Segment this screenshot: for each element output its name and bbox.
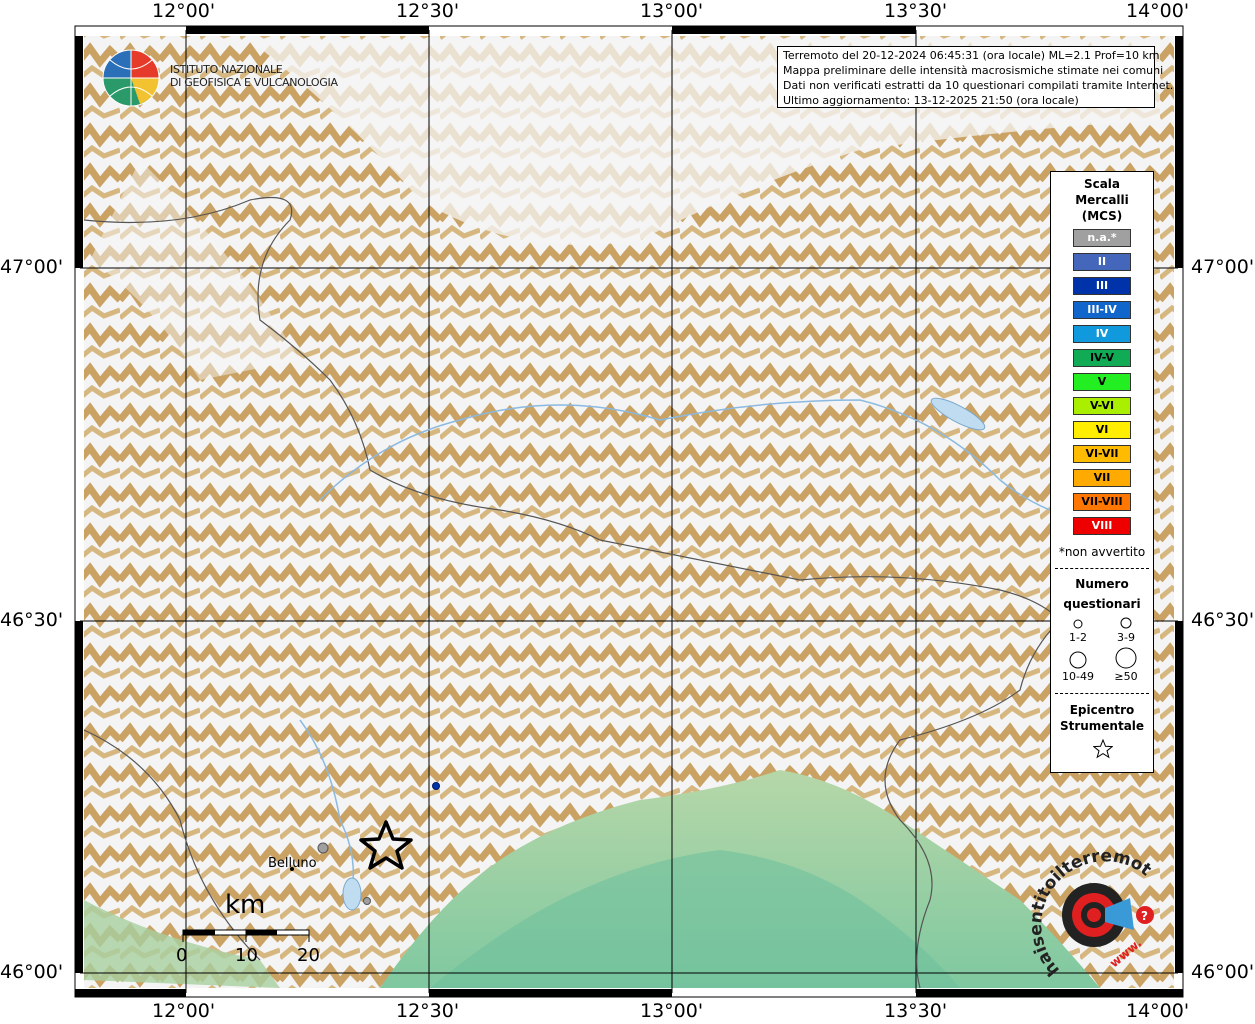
intensity-swatch: VII: [1073, 469, 1131, 487]
intensity-point-III[interactable]: [432, 782, 440, 790]
lon-label-bottom: 12°00': [152, 1000, 216, 1022]
info-line2: Mappa preliminare delle intensità macros…: [783, 64, 1164, 77]
lon-label-bottom: 13°30': [884, 1000, 948, 1022]
ingv-logo-text: ISTITUTO NAZIONALE DI GEOFISICA E VULCAN…: [170, 63, 338, 89]
lon-label-top: 13°30': [884, 0, 948, 22]
place-label-belluno: Belluno: [268, 856, 317, 871]
intensity-swatch: IV-V: [1073, 349, 1131, 367]
lon-label-top: 12°00': [152, 0, 216, 22]
intensity-swatch: VIII: [1073, 517, 1131, 535]
count-title1: Numero: [1075, 577, 1129, 591]
epi-title: Epicentro Strumentale: [1051, 702, 1153, 734]
lat-label-left: 46°00': [0, 961, 64, 983]
info-line4: Ultimo aggiornamento: 13-12-2025 21:50 (…: [783, 94, 1079, 107]
info-line1: Terremoto del 20-12-2024 06:45:31 (ora l…: [783, 49, 1160, 62]
intensity-swatch: V-VI: [1073, 397, 1131, 415]
lon-label-bottom: 14°00': [1126, 1000, 1190, 1022]
count-label-3-9: 3-9: [1117, 631, 1135, 644]
haisentito-www: www.: [1107, 936, 1144, 971]
intensity-swatch: IV: [1073, 325, 1131, 343]
ingv-logo-icon: [102, 49, 160, 107]
legend-note: *non avvertito: [1058, 545, 1146, 559]
legend: Scala Mercalli (MCS) n.a.* II III III-IV IV I…: [1050, 171, 1154, 773]
count-title2: questionari: [1063, 597, 1141, 611]
intensity-swatch: III: [1073, 277, 1131, 295]
legend-title1: Scala: [1083, 177, 1121, 191]
scale-unit: km: [225, 890, 266, 920]
haisentito-text: haisentitoilterremoto.it www.: [1030, 840, 1155, 980]
intensity-swatch: VI-VII: [1073, 445, 1131, 463]
logo-line2: DI GEOFISICA E VULCANOLOGIA: [170, 76, 338, 89]
logo-line1: ISTITUTO NAZIONALE: [170, 63, 283, 76]
scale-label-0: 0: [176, 945, 188, 966]
lake-santa-croce: [342, 877, 362, 911]
lon-label-top: 12°30': [396, 0, 460, 22]
scale-label-10: 10: [235, 945, 258, 966]
epi-title2: Strumentale: [1059, 719, 1145, 733]
lat-label-right: 46°30': [1191, 609, 1255, 631]
intensity-swatch: II: [1073, 253, 1131, 271]
info-line3: Dati non verificati estratti da 10 quest…: [783, 79, 1174, 92]
legend-title2: Mercalli: [1075, 193, 1129, 207]
legend-title: Scala Mercalli (MCS): [1051, 176, 1153, 224]
event-info-box: Terremoto del 20-12-2024 06:45:31 (ora l…: [777, 46, 1174, 108]
epi-title1: Epicentro: [1069, 703, 1135, 717]
legend-title3: (MCS): [1081, 209, 1123, 223]
lon-label-bottom: 13°00': [640, 1000, 704, 1022]
count-label-10-49: 10-49: [1062, 670, 1094, 683]
lon-label-top: 14°00': [1126, 0, 1190, 22]
intensity-point-na[interactable]: [317, 842, 329, 854]
lat-label-right: 47°00': [1191, 256, 1255, 278]
terrain: [84, 36, 1174, 988]
lat-label-left: 47°00': [0, 256, 64, 278]
intensity-point-na[interactable]: [363, 897, 371, 905]
haisentito-url: haisentitoilterremoto.it: [1030, 840, 1155, 980]
intensity-swatch: VI: [1073, 421, 1131, 439]
count-label-1-2: 1-2: [1069, 631, 1087, 644]
legend-divider: [1055, 693, 1149, 694]
svg-text:haisentitoilterremoto.it: haisentitoilterremoto.it: [1030, 840, 1155, 980]
intensity-swatch: III-IV: [1073, 301, 1131, 319]
lat-label-right: 46°00': [1191, 961, 1255, 983]
lon-label-top: 13°00': [640, 0, 704, 22]
count-label-50: ≥50: [1114, 670, 1138, 683]
legend-divider: [1055, 568, 1149, 569]
intensity-swatch: V: [1073, 373, 1131, 391]
scale-label-20: 20: [297, 945, 320, 966]
lon-label-bottom: 12°30': [396, 1000, 460, 1022]
lat-label-left: 46°30': [0, 609, 64, 631]
intensity-swatch: n.a.*: [1073, 229, 1131, 247]
count-title: Numero questionari: [1051, 574, 1153, 614]
epicenter-legend-star-icon: [1093, 739, 1113, 759]
intensity-swatch: VII-VIII: [1073, 493, 1131, 511]
